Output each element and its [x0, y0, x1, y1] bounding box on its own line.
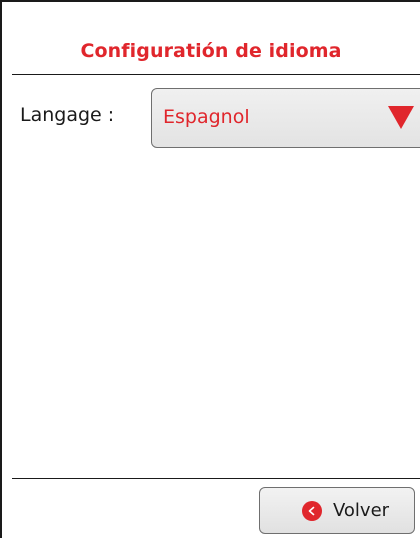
page-title: Configuratión de idioma: [80, 40, 342, 62]
back-button[interactable]: Volver: [259, 487, 415, 534]
triangle-down-icon: [388, 106, 414, 129]
language-label: Langage :: [20, 104, 115, 126]
language-select-value: Espagnol: [163, 106, 250, 128]
footer-divider: [12, 478, 420, 479]
chevron-left-icon: [302, 501, 322, 521]
language-select[interactable]: Espagnol: [151, 88, 420, 148]
header-divider: [12, 74, 420, 75]
back-button-label: Volver: [333, 500, 390, 521]
language-settings-screen: Configuratión de idioma Langage : Espagn…: [0, 0, 420, 538]
